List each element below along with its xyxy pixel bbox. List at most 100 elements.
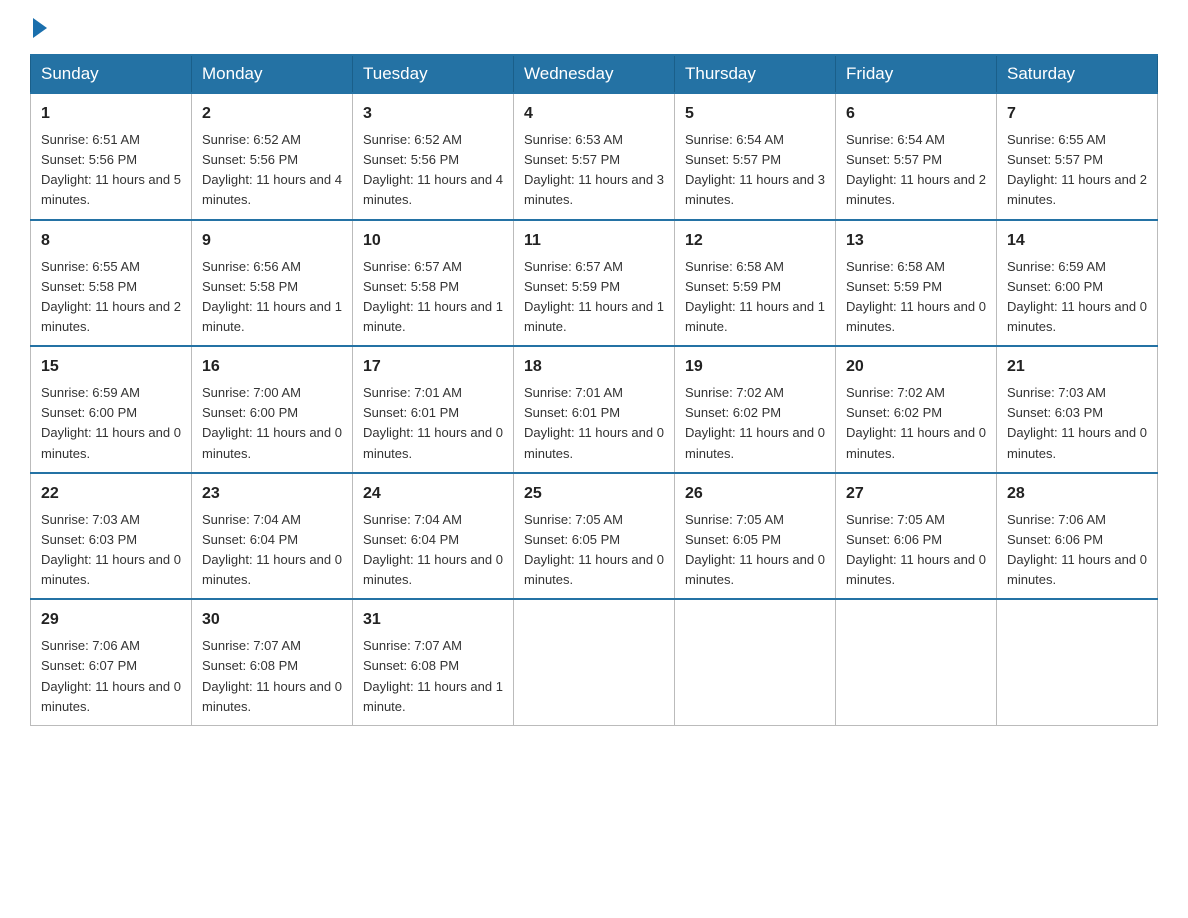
calendar-day-cell: 10 Sunrise: 6:57 AMSunset: 5:58 PMDayligh… xyxy=(353,220,514,347)
page-header xyxy=(30,20,1158,34)
day-number: 28 xyxy=(1007,482,1147,506)
day-info: Sunrise: 6:58 AMSunset: 5:59 PMDaylight:… xyxy=(685,257,825,338)
day-number: 4 xyxy=(524,102,664,126)
day-number: 10 xyxy=(363,229,503,253)
day-of-week-header: Monday xyxy=(192,55,353,93)
day-of-week-header: Saturday xyxy=(997,55,1158,93)
calendar-day-cell: 24 Sunrise: 7:04 AMSunset: 6:04 PMDayligh… xyxy=(353,473,514,600)
day-number: 11 xyxy=(524,229,664,253)
day-number: 16 xyxy=(202,355,342,379)
day-number: 22 xyxy=(41,482,181,506)
day-number: 31 xyxy=(363,608,503,632)
calendar-day-cell: 9 Sunrise: 6:56 AMSunset: 5:58 PMDaylight… xyxy=(192,220,353,347)
day-number: 21 xyxy=(1007,355,1147,379)
day-info: Sunrise: 7:05 AMSunset: 6:05 PMDaylight:… xyxy=(524,510,664,591)
day-of-week-header: Tuesday xyxy=(353,55,514,93)
day-of-week-header: Wednesday xyxy=(514,55,675,93)
day-info: Sunrise: 6:55 AMSunset: 5:58 PMDaylight:… xyxy=(41,257,181,338)
logo xyxy=(30,20,47,34)
calendar-week-row: 15 Sunrise: 6:59 AMSunset: 6:00 PMDayligh… xyxy=(31,346,1158,473)
day-info: Sunrise: 6:56 AMSunset: 5:58 PMDaylight:… xyxy=(202,257,342,338)
day-number: 25 xyxy=(524,482,664,506)
day-info: Sunrise: 7:04 AMSunset: 6:04 PMDaylight:… xyxy=(202,510,342,591)
calendar-day-cell: 8Sunrise: 6:55 AMSunset: 5:58 PMDaylight… xyxy=(31,220,192,347)
calendar-day-cell: 12 Sunrise: 6:58 AMSunset: 5:59 PMDayligh… xyxy=(675,220,836,347)
day-number: 2 xyxy=(202,102,342,126)
day-number: 18 xyxy=(524,355,664,379)
calendar-week-row: 29 Sunrise: 7:06 AMSunset: 6:07 PMDayligh… xyxy=(31,599,1158,725)
calendar-day-cell: 3 Sunrise: 6:52 AMSunset: 5:56 PMDaylight… xyxy=(353,93,514,220)
day-info: Sunrise: 7:01 AMSunset: 6:01 PMDaylight:… xyxy=(363,383,503,464)
calendar-day-cell: 21 Sunrise: 7:03 AMSunset: 6:03 PMDayligh… xyxy=(997,346,1158,473)
day-of-week-header: Thursday xyxy=(675,55,836,93)
logo-arrow-icon xyxy=(33,18,47,38)
day-of-week-header: Sunday xyxy=(31,55,192,93)
day-number: 17 xyxy=(363,355,503,379)
day-number: 24 xyxy=(363,482,503,506)
day-number: 5 xyxy=(685,102,825,126)
day-info: Sunrise: 6:58 AMSunset: 5:59 PMDaylight:… xyxy=(846,257,986,338)
day-number: 14 xyxy=(1007,229,1147,253)
day-number: 26 xyxy=(685,482,825,506)
calendar-day-cell: 14 Sunrise: 6:59 AMSunset: 6:00 PMDayligh… xyxy=(997,220,1158,347)
calendar-day-cell: 31 Sunrise: 7:07 AMSunset: 6:08 PMDayligh… xyxy=(353,599,514,725)
calendar-day-cell: 20Sunrise: 7:02 AMSunset: 6:02 PMDayligh… xyxy=(836,346,997,473)
calendar-day-cell: 7Sunrise: 6:55 AMSunset: 5:57 PMDaylight… xyxy=(997,93,1158,220)
day-info: Sunrise: 6:54 AMSunset: 5:57 PMDaylight:… xyxy=(685,130,825,211)
day-info: Sunrise: 7:03 AMSunset: 6:03 PMDaylight:… xyxy=(1007,383,1147,464)
calendar-day-cell: 30Sunrise: 7:07 AMSunset: 6:08 PMDayligh… xyxy=(192,599,353,725)
calendar-day-cell xyxy=(997,599,1158,725)
day-info: Sunrise: 7:02 AMSunset: 6:02 PMDaylight:… xyxy=(846,383,986,464)
calendar-day-cell: 2 Sunrise: 6:52 AMSunset: 5:56 PMDaylight… xyxy=(192,93,353,220)
day-number: 19 xyxy=(685,355,825,379)
day-number: 9 xyxy=(202,229,342,253)
day-info: Sunrise: 7:03 AMSunset: 6:03 PMDaylight:… xyxy=(41,510,181,591)
day-info: Sunrise: 6:52 AMSunset: 5:56 PMDaylight:… xyxy=(202,130,342,211)
day-info: Sunrise: 7:04 AMSunset: 6:04 PMDaylight:… xyxy=(363,510,503,591)
calendar-day-cell: 17 Sunrise: 7:01 AMSunset: 6:01 PMDayligh… xyxy=(353,346,514,473)
calendar-day-cell: 13 Sunrise: 6:58 AMSunset: 5:59 PMDayligh… xyxy=(836,220,997,347)
day-info: Sunrise: 6:59 AMSunset: 6:00 PMDaylight:… xyxy=(41,383,181,464)
day-number: 12 xyxy=(685,229,825,253)
day-info: Sunrise: 7:06 AMSunset: 6:07 PMDaylight:… xyxy=(41,636,181,717)
calendar-day-cell xyxy=(675,599,836,725)
day-number: 30 xyxy=(202,608,342,632)
day-number: 29 xyxy=(41,608,181,632)
day-info: Sunrise: 7:06 AMSunset: 6:06 PMDaylight:… xyxy=(1007,510,1147,591)
calendar-day-cell: 23 Sunrise: 7:04 AMSunset: 6:04 PMDayligh… xyxy=(192,473,353,600)
calendar-week-row: 8Sunrise: 6:55 AMSunset: 5:58 PMDaylight… xyxy=(31,220,1158,347)
day-info: Sunrise: 6:52 AMSunset: 5:56 PMDaylight:… xyxy=(363,130,503,211)
day-number: 6 xyxy=(846,102,986,126)
day-number: 15 xyxy=(41,355,181,379)
calendar-day-cell: 26 Sunrise: 7:05 AMSunset: 6:05 PMDayligh… xyxy=(675,473,836,600)
calendar-day-cell: 27Sunrise: 7:05 AMSunset: 6:06 PMDayligh… xyxy=(836,473,997,600)
day-info: Sunrise: 7:01 AMSunset: 6:01 PMDaylight:… xyxy=(524,383,664,464)
calendar-day-cell: 18 Sunrise: 7:01 AMSunset: 6:01 PMDayligh… xyxy=(514,346,675,473)
day-info: Sunrise: 6:59 AMSunset: 6:00 PMDaylight:… xyxy=(1007,257,1147,338)
calendar-day-cell xyxy=(836,599,997,725)
day-number: 13 xyxy=(846,229,986,253)
calendar-day-cell: 28 Sunrise: 7:06 AMSunset: 6:06 PMDayligh… xyxy=(997,473,1158,600)
calendar-week-row: 1Sunrise: 6:51 AMSunset: 5:56 PMDaylight… xyxy=(31,93,1158,220)
calendar-week-row: 22 Sunrise: 7:03 AMSunset: 6:03 PMDayligh… xyxy=(31,473,1158,600)
day-info: Sunrise: 6:57 AMSunset: 5:59 PMDaylight:… xyxy=(524,257,664,338)
calendar-day-cell: 16 Sunrise: 7:00 AMSunset: 6:00 PMDayligh… xyxy=(192,346,353,473)
day-info: Sunrise: 7:05 AMSunset: 6:06 PMDaylight:… xyxy=(846,510,986,591)
calendar-day-cell: 15 Sunrise: 6:59 AMSunset: 6:00 PMDayligh… xyxy=(31,346,192,473)
day-number: 23 xyxy=(202,482,342,506)
day-number: 1 xyxy=(41,102,181,126)
day-info: Sunrise: 6:57 AMSunset: 5:58 PMDaylight:… xyxy=(363,257,503,338)
day-info: Sunrise: 6:55 AMSunset: 5:57 PMDaylight:… xyxy=(1007,130,1147,211)
calendar-day-cell: 19Sunrise: 7:02 AMSunset: 6:02 PMDayligh… xyxy=(675,346,836,473)
day-info: Sunrise: 7:00 AMSunset: 6:00 PMDaylight:… xyxy=(202,383,342,464)
day-number: 3 xyxy=(363,102,503,126)
day-info: Sunrise: 7:07 AMSunset: 6:08 PMDaylight:… xyxy=(363,636,503,717)
calendar-day-cell: 6Sunrise: 6:54 AMSunset: 5:57 PMDaylight… xyxy=(836,93,997,220)
day-of-week-header: Friday xyxy=(836,55,997,93)
calendar-day-cell: 29 Sunrise: 7:06 AMSunset: 6:07 PMDayligh… xyxy=(31,599,192,725)
day-info: Sunrise: 6:53 AMSunset: 5:57 PMDaylight:… xyxy=(524,130,664,211)
calendar-day-cell: 4 Sunrise: 6:53 AMSunset: 5:57 PMDaylight… xyxy=(514,93,675,220)
day-info: Sunrise: 7:05 AMSunset: 6:05 PMDaylight:… xyxy=(685,510,825,591)
calendar-day-cell xyxy=(514,599,675,725)
calendar-day-cell: 1Sunrise: 6:51 AMSunset: 5:56 PMDaylight… xyxy=(31,93,192,220)
